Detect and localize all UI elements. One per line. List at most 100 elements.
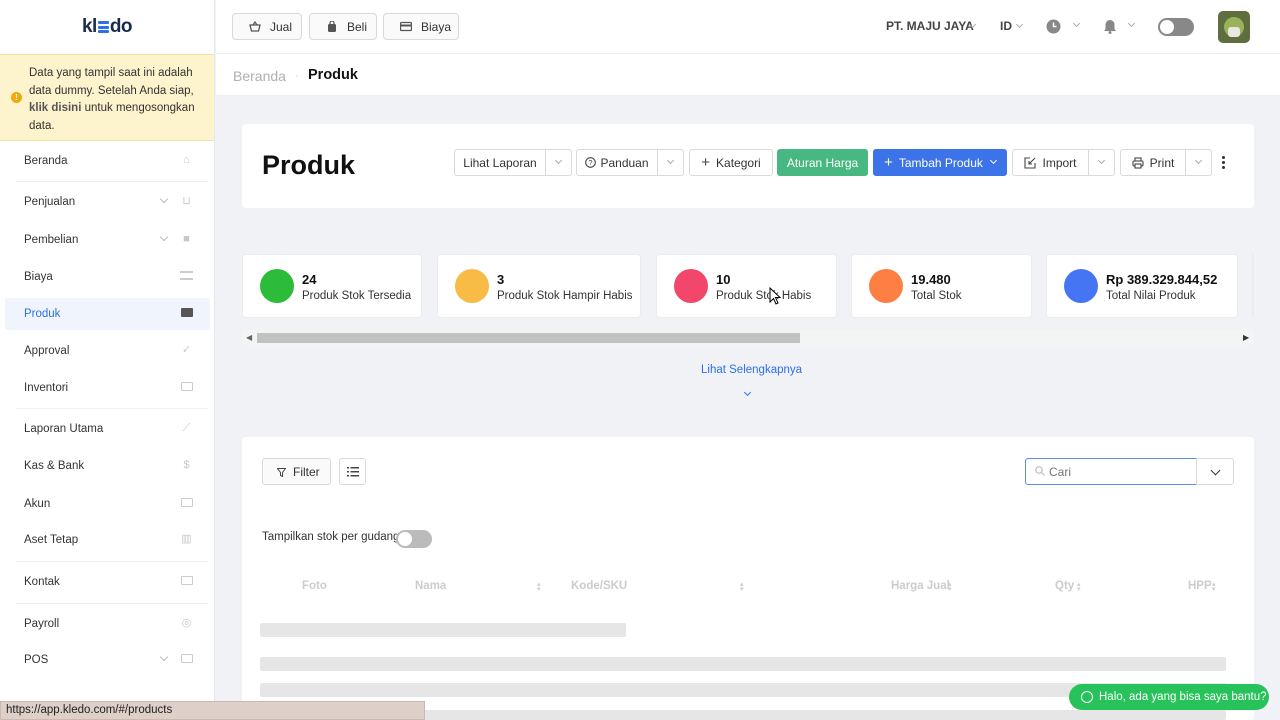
column-header-sku[interactable]: Kode/SKU [571,580,627,592]
chart-icon: ⟋ [182,422,191,434]
page-title: Produk [262,150,356,180]
stat-label: Produk Stok Hampir Habis [497,290,633,302]
column-header-name[interactable]: Nama [415,580,446,592]
stat-label: Produk Stok Tersedia [302,290,412,302]
scroll-left-icon[interactable]: ◀ [246,333,252,342]
category-button[interactable]: + Kategori [689,149,773,176]
pos-icon [180,654,193,665]
import-dropdown-button[interactable] [1088,149,1115,176]
sort-icon[interactable]: ▴ ▾ [740,581,746,593]
sidebar-item-produk[interactable]: Produk [5,298,210,330]
filter-button[interactable]: Filter [262,458,331,485]
expense-button[interactable]: Biaya [383,13,459,40]
status-indicator [260,269,294,303]
sidebar-item-label: Payroll [24,618,60,630]
card-icon [180,271,193,282]
column-header-hpp[interactable]: HPP [1188,580,1212,592]
box-icon [180,308,193,319]
add-product-button[interactable]: + Tambah Produk [873,149,1007,176]
import-button[interactable]: Import [1012,149,1089,176]
stat-card-low-stock[interactable]: 3 Produk Stok Hampir Habis [437,254,641,318]
sidebar-item-label: Penjualan [24,196,76,208]
theme-toggle[interactable] [1158,18,1194,36]
sidebar-item-laporan-utama[interactable]: Laporan Utama ⟋ [0,413,215,445]
sidebar-item-pos[interactable]: POS [0,644,215,676]
print-label: Print [1149,155,1175,170]
chevron-down-icon[interactable] [743,388,752,397]
breadcrumb-home[interactable]: Beranda [233,68,286,84]
price-rules-button[interactable]: Aturan Harga [777,149,868,176]
see-more-link[interactable]: Lihat Selengkapnya [701,364,802,376]
sidebar-item-akun[interactable]: Akun [0,488,215,520]
column-settings-button[interactable] [339,458,366,485]
sidebar-item-label: Produk [24,308,61,320]
scroll-right-icon[interactable]: ▶ [1243,333,1249,342]
column-header-qty[interactable]: Qty [1055,580,1074,592]
printer-icon [1132,156,1144,169]
sort-icon[interactable]: ▴ ▾ [1212,581,1218,593]
avatar[interactable] [1218,11,1250,43]
print-dropdown-button[interactable] [1185,149,1212,176]
column-header-photo: Foto [302,580,327,592]
sort-icon[interactable]: ▴ ▾ [948,581,954,593]
status-indicator [674,269,708,303]
stat-value: 24 [302,272,317,287]
logo-e-mark [97,21,109,33]
stat-card-out-of-stock[interactable]: 10 Produk Stok Habis [656,254,837,318]
sidebar-item-payroll[interactable]: Payroll ◎ [0,608,215,640]
report-dropdown-button[interactable] [545,149,572,176]
sidebar-item-inventori[interactable]: Inventori [0,372,215,404]
whatsapp-chat-button[interactable]: Halo, ada yang bisa saya bantu? [1069,684,1269,710]
sidebar-item-label: Laporan Utama [24,423,104,435]
scrollbar-thumb[interactable] [257,333,800,343]
language-selector[interactable]: ID [1000,19,1012,33]
buy-button[interactable]: Beli [309,13,377,40]
print-button[interactable]: Print [1120,149,1186,176]
bell-icon[interactable] [1103,19,1117,34]
search-dropdown-button[interactable] [1196,458,1234,485]
notice-text: Data yang tampil saat ini adalah data du… [29,67,194,97]
sidebar-item-approval[interactable]: Approval ✓ [0,335,215,367]
company-selector[interactable]: PT. MAJU JAYA [886,19,974,33]
sell-button[interactable]: Jual [232,13,302,40]
card-icon [400,21,412,32]
whatsapp-icon [1081,691,1093,703]
chevron-down-icon [159,652,169,662]
stat-card-total-value[interactable]: Rp 389.329.844,52 Total Nilai Produk [1046,254,1238,318]
loading-skeleton [260,657,1226,671]
column-header-selling-price[interactable]: Harga Jual [891,580,950,592]
sort-icon[interactable]: ▴ ▾ [537,581,543,593]
sort-icon[interactable]: ▴ ▾ [1077,581,1083,593]
kledo-logo[interactable]: kl do [0,0,214,54]
sidebar-item-beranda[interactable]: Beranda ⌂ [0,145,215,177]
buy-button-label: Beli [347,19,368,34]
guide-dropdown-button[interactable] [657,149,684,176]
search-icon [1035,466,1045,476]
sidebar-item-kas-bank[interactable]: Kas & Bank $ [0,450,215,482]
sidebar-item-label: Biaya [24,271,53,283]
check-icon: ✓ [181,344,192,356]
clear-data-link[interactable]: klik disini [29,102,81,114]
view-report-button[interactable]: Lihat Laporan [454,149,546,176]
sidebar-item-penjualan[interactable]: Penjualan ⊔ [0,186,215,218]
stat-card-in-stock[interactable]: 24 Produk Stok Tersedia [242,254,422,318]
sidebar-item-aset-tetap[interactable]: Aset Tetap ▥ [0,524,215,556]
clock-icon[interactable] [1046,19,1061,34]
add-product-label: Tambah Produk [898,155,983,170]
chevron-down-icon [159,232,169,242]
search-input[interactable] [1025,458,1197,485]
stat-card-total-stock[interactable]: 19.480 Total Stok [851,254,1032,318]
sidebar-item-pembelian[interactable]: Pembelian ■ [0,224,215,256]
plus-icon: + [884,154,893,171]
expense-button-label: Biaya [421,19,452,34]
stat-value: 10 [716,272,731,287]
sidebar-item-kontak[interactable]: Kontak [0,566,215,598]
basket-icon [249,21,261,32]
more-options-icon[interactable] [1220,156,1226,172]
bag-icon [328,21,336,32]
home-icon: ⌂ [183,154,190,166]
sidebar-item-biaya[interactable]: Biaya [0,261,215,293]
toggle-knob [1160,20,1174,34]
stock-per-warehouse-toggle[interactable] [396,530,432,548]
guide-button[interactable]: ? Panduan [576,149,658,176]
